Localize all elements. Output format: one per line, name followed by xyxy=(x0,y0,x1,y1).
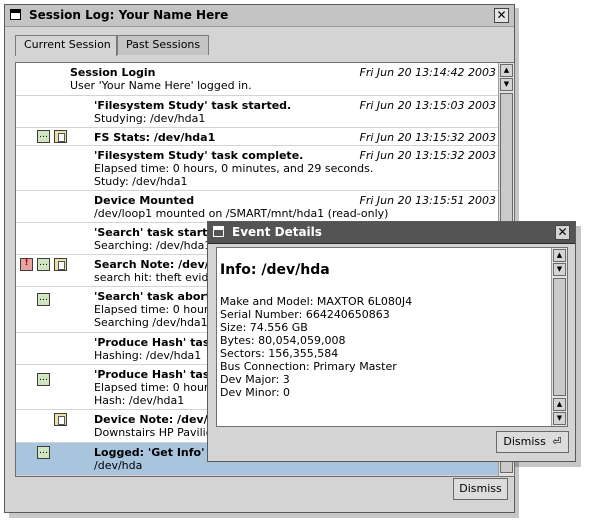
log-entry-row[interactable]: 'Filesystem Study' task complete. Elapse… xyxy=(16,146,499,191)
entry-detail: Elapsed time: 0 hours, 0 minutes, and 29… xyxy=(94,162,374,175)
event-dismiss-button[interactable]: Dismiss ⏎ xyxy=(496,431,569,453)
attachment-icon[interactable] xyxy=(54,413,67,426)
close-button[interactable]: ✕ xyxy=(494,8,509,23)
entry-timestamp: Fri Jun 20 13:15:32 2003 xyxy=(359,149,496,162)
details-vertical-scrollbar[interactable]: ▲ ▼ ▲ ▼ xyxy=(551,248,567,426)
dismiss-label: Dismiss xyxy=(503,435,546,448)
attachment-icon[interactable] xyxy=(54,258,67,271)
return-icon: ⏎ xyxy=(552,435,562,448)
note-icon[interactable]: … xyxy=(37,373,50,386)
scroll-down-button[interactable]: ▼ xyxy=(553,412,566,425)
entry-detail: Studying: /dev/hda1 xyxy=(94,112,206,125)
log-entry-row[interactable]: Device Mounted /dev/loop1 mounted on /SM… xyxy=(16,191,499,223)
scroll-down-button[interactable]: ▼ xyxy=(553,263,566,276)
entry-timestamp: Fri Jun 20 13:15:51 2003 xyxy=(359,194,496,207)
entry-detail-secondary: Searching /dev/hda1 xyxy=(94,316,208,329)
entry-detail: search hit: theft eviden xyxy=(94,271,223,284)
device-size: Size: 74.556 GB xyxy=(220,321,308,334)
entry-title: FS Stats: /dev/hda1 xyxy=(94,131,216,144)
log-entry-row[interactable]: Session Login User 'Your Name Here' logg… xyxy=(16,63,499,96)
device-serial-number: Serial Number: 664240650863 xyxy=(220,308,390,321)
entry-detail-secondary: Hash: /dev/hda1 xyxy=(94,394,185,407)
window-title: Session Log: Your Name Here xyxy=(29,8,229,22)
entry-title: 'Search' task started xyxy=(94,226,223,239)
entry-detail: Searching: /dev/hda1 xyxy=(94,239,212,252)
entry-title: Logged: 'Get Info' xyxy=(94,446,205,459)
entry-detail: Elapsed time: 0 hours, xyxy=(94,381,218,394)
device-bus-connection: Bus Connection: Primary Master xyxy=(220,360,397,373)
event-details-text: Info: /dev/hda Make and Model: MAXTOR 6L… xyxy=(216,247,568,427)
entry-detail: Hashing: /dev/hda1 xyxy=(94,349,202,362)
device-sectors: Sectors: 156,355,584 xyxy=(220,347,339,360)
tab-current-session[interactable]: Current Session xyxy=(15,35,117,56)
device-dev-minor: Dev Minor: 0 xyxy=(220,386,291,399)
session-log-titlebar[interactable]: Session Log: Your Name Here ✕ xyxy=(5,5,514,27)
entry-detail-secondary: Study: /dev/hda1 xyxy=(94,175,188,188)
entry-detail: /dev/loop1 mounted on /SMART/mnt/hda1 (r… xyxy=(94,207,389,220)
entry-title: Device Note: /dev/hd xyxy=(94,413,224,426)
scroll-up-button[interactable]: ▲ xyxy=(553,398,566,411)
entry-title: 'Filesystem Study' task started. xyxy=(94,99,292,112)
entry-title: Session Login xyxy=(70,66,156,79)
device-make-model: Make and Model: MAXTOR 6L080J4 xyxy=(220,295,413,308)
scroll-up-button[interactable]: ▲ xyxy=(553,249,566,262)
event-details-title: Event Details xyxy=(232,225,322,239)
entry-title: Device Mounted xyxy=(94,194,195,207)
close-button[interactable]: ✕ xyxy=(555,225,570,240)
entry-title: 'Filesystem Study' task complete. xyxy=(94,149,304,162)
window-menu-icon[interactable] xyxy=(10,9,21,20)
window-menu-icon[interactable] xyxy=(213,226,224,237)
alert-icon[interactable]: ! xyxy=(20,258,33,271)
entry-detail: User 'Your Name Here' logged in. xyxy=(70,79,252,92)
dismiss-button[interactable]: Dismiss xyxy=(453,478,508,500)
entry-timestamp: Fri Jun 20 13:14:42 2003 xyxy=(359,66,496,79)
scroll-up-button[interactable]: ▲ xyxy=(500,64,513,77)
event-details-titlebar[interactable]: Event Details ✕ xyxy=(208,222,575,244)
log-entry-row[interactable]: … FS Stats: /dev/hda1 Fri Jun 20 13:15:3… xyxy=(16,128,499,146)
note-icon[interactable]: … xyxy=(37,446,50,459)
tab-past-sessions[interactable]: Past Sessions xyxy=(117,35,209,55)
entry-detail: Elapsed time: 0 hours, xyxy=(94,303,218,316)
scroll-thumb[interactable] xyxy=(553,278,566,396)
note-icon[interactable]: … xyxy=(37,258,50,271)
entry-detail: Downstairs HP Pavilio xyxy=(94,426,213,439)
entry-timestamp: Fri Jun 20 13:15:32 2003 xyxy=(359,131,496,144)
event-info-heading: Info: /dev/hda xyxy=(220,262,330,278)
device-bytes: Bytes: 80,054,059,008 xyxy=(220,334,346,347)
entry-title: Search Note: /dev/hd xyxy=(94,258,225,271)
note-icon[interactable]: … xyxy=(37,293,50,306)
event-details-window: Event Details ✕ Info: /dev/hda Make and … xyxy=(207,221,576,462)
note-icon[interactable]: … xyxy=(37,130,50,143)
scroll-down-button[interactable]: ▼ xyxy=(500,78,513,91)
device-dev-major: Dev Major: 3 xyxy=(220,373,290,386)
attachment-icon[interactable] xyxy=(54,130,67,143)
log-entry-row[interactable]: 'Filesystem Study' task started. Studyin… xyxy=(16,96,499,128)
entry-detail: /dev/hda xyxy=(94,459,143,472)
entry-timestamp: Fri Jun 20 13:15:03 2003 xyxy=(359,99,496,112)
